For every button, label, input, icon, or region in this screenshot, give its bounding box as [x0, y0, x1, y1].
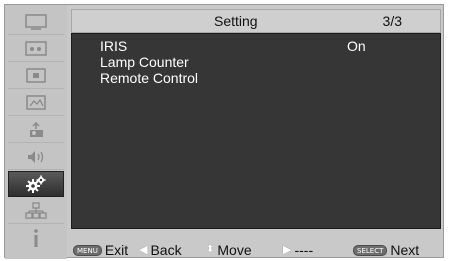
menu-item-label: IRIS: [100, 38, 128, 54]
menu-item-lamp-counter[interactable]: Lamp Counter: [100, 54, 430, 70]
sidebar-item-input[interactable]: [8, 36, 64, 62]
sidebar-item-image-adjust[interactable]: [8, 90, 64, 116]
network-icon: [25, 201, 47, 219]
menu-header: Setting 3/3: [71, 9, 441, 33]
move-hint: ⬍ Move: [206, 241, 252, 259]
menu-item-label: Remote Control: [100, 70, 199, 86]
select-key-icon: SELECT: [353, 244, 388, 256]
exit-label: Exit: [104, 242, 129, 258]
menu-sidebar: [5, 5, 67, 259]
sidebar-item-sound[interactable]: [8, 144, 64, 170]
up-down-arrow-icon: ⬍: [206, 244, 215, 255]
next-label: Next: [390, 242, 420, 258]
projector-osd-menu: Setting 3/3 IRIS On Lamp Counter Remote …: [4, 4, 444, 259]
sidebar-item-info[interactable]: [8, 225, 64, 251]
info-icon: [34, 229, 38, 247]
exit-hint: MENU Exit: [73, 241, 128, 259]
page-indicator: 3/3: [382, 13, 402, 29]
sidebar-item-projector[interactable]: [8, 117, 64, 143]
right-hint: ▶ ----: [283, 241, 313, 259]
menu-item-iris[interactable]: IRIS On: [100, 38, 430, 54]
sidebar-item-screen[interactable]: [8, 63, 64, 89]
display-icon: [25, 13, 47, 30]
left-arrow-icon: ◀: [139, 244, 148, 256]
setting-gears-icon: [26, 175, 46, 193]
screen-icon: [26, 67, 46, 83]
menu-item-label: Lamp Counter: [100, 54, 189, 70]
sound-icon: [28, 150, 44, 163]
menu-item-remote-control[interactable]: Remote Control: [100, 70, 430, 86]
back-label: Back: [150, 242, 182, 258]
back-hint: ◀ Back: [139, 241, 182, 259]
input-icon: [25, 40, 47, 56]
image-adjust-icon: [26, 94, 46, 110]
next-hint: SELECT Next: [353, 241, 419, 259]
sidebar-item-setting[interactable]: [8, 171, 64, 197]
menu-item-value: On: [347, 38, 366, 54]
right-arrow-icon: ▶: [283, 244, 292, 256]
menu-key-icon: MENU: [73, 244, 102, 256]
right-placeholder: ----: [294, 242, 314, 258]
projector-icon: [30, 121, 43, 137]
menu-panel: IRIS On Lamp Counter Remote Control: [71, 33, 441, 229]
menu-title: Setting: [214, 13, 258, 29]
key-guide-footer: MENU Exit ◀ Back ⬍ Move ▶ ---- SELECT Ne…: [71, 241, 441, 259]
move-label: Move: [217, 242, 252, 258]
sidebar-item-display[interactable]: [8, 9, 64, 35]
sidebar-item-network[interactable]: [8, 198, 64, 224]
